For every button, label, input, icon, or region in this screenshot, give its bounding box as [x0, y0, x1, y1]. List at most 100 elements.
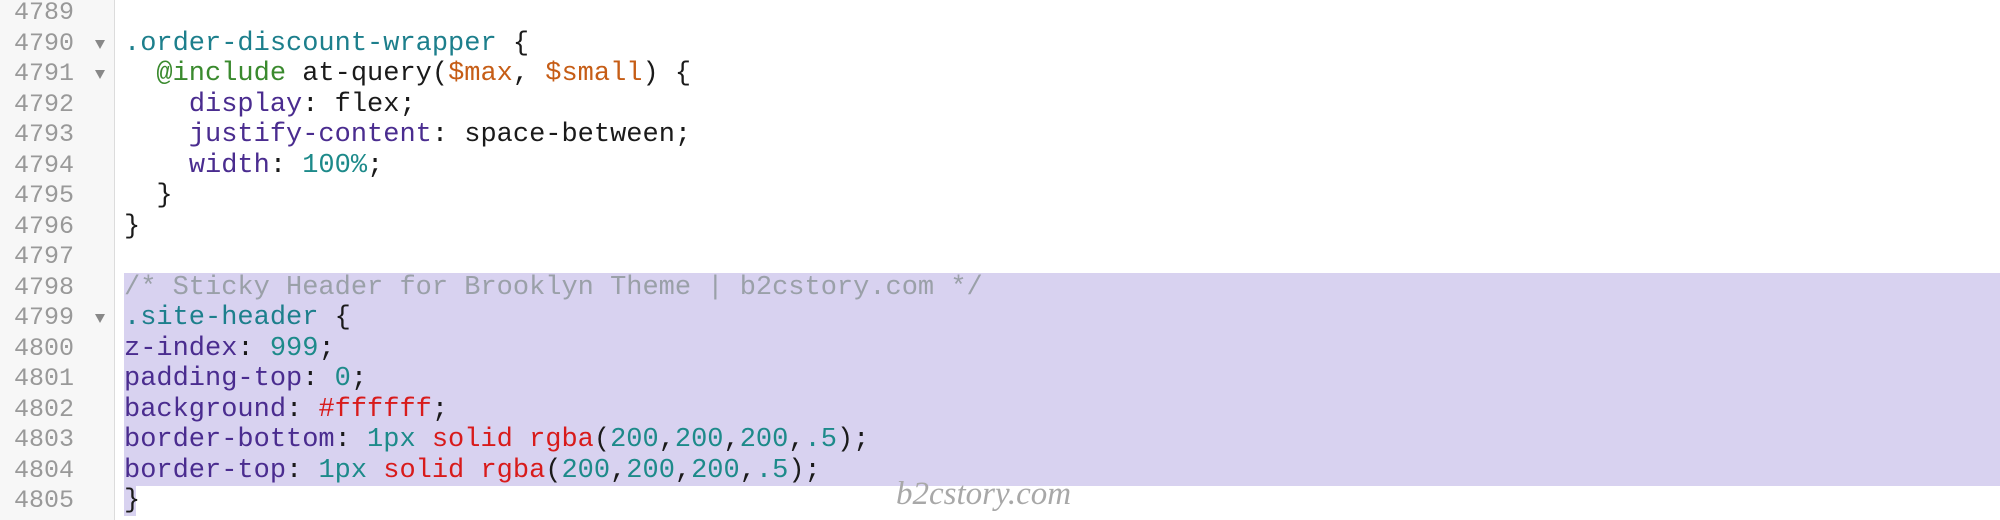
code-token: : flex; — [302, 89, 416, 120]
code-token: 200 — [561, 455, 611, 486]
code-line[interactable]: .site-header { — [124, 303, 351, 333]
code-token: ); — [836, 425, 870, 455]
code-token: } — [124, 181, 173, 211]
code-token: ( — [593, 425, 611, 455]
code-token: : — [269, 150, 303, 181]
code-token: , — [512, 59, 546, 89]
line-number: 4798 — [14, 272, 75, 302]
code-token: border-top — [124, 455, 287, 486]
code-token: .site-header — [124, 303, 319, 333]
code-token: 0 — [334, 364, 351, 394]
code-token: : — [286, 394, 319, 425]
code-token: } — [124, 211, 141, 242]
code-token: ; — [431, 394, 449, 425]
code-token: , — [610, 455, 627, 486]
line-number: 4800 — [14, 333, 75, 363]
code-token: $small — [545, 59, 643, 89]
code-token: padding-top — [124, 364, 303, 394]
line-number: 4802 — [14, 394, 75, 424]
code-token: rgba — [529, 425, 594, 455]
code-token: ; — [318, 333, 335, 364]
code-token: 200 — [626, 455, 675, 486]
code-token: at-query( — [286, 59, 449, 89]
code-token: ; — [367, 150, 384, 181]
code-token: .5 — [804, 425, 837, 455]
line-number: 4799 — [14, 303, 75, 332]
code-token: display — [188, 89, 303, 120]
code-token: 999 — [269, 333, 319, 364]
code-token: rgba — [480, 455, 546, 486]
code-token: 100% — [302, 150, 368, 181]
code-token: justify-content — [188, 120, 432, 150]
code-token: : — [302, 364, 335, 394]
code-line[interactable]: width: 100%; — [124, 151, 383, 181]
fold-toggle-icon[interactable] — [95, 314, 105, 323]
code-line[interactable]: @include at-query($max, $small) { — [124, 59, 691, 89]
code-line[interactable]: /* Sticky Header for Brooklyn Theme | b2… — [124, 273, 983, 303]
code-token: { — [318, 303, 351, 333]
line-number: 4792 — [14, 89, 75, 119]
code-token: z-index — [124, 333, 238, 364]
code-token: ); — [788, 455, 821, 486]
code-token: 200 — [610, 425, 659, 455]
line-number: 4805 — [14, 486, 75, 515]
code-editor[interactable]: 4789 4790 4791 4792 4793 4794 4795 4796 4797 4798… — [0, 0, 2000, 520]
code-token: .5 — [755, 455, 789, 486]
code-line[interactable]: } — [124, 486, 140, 516]
code-line[interactable]: z-index: 999; — [124, 334, 335, 364]
line-number: 4789 — [14, 0, 75, 27]
selection-band — [124, 303, 2000, 334]
fold-toggle-icon[interactable] — [95, 70, 105, 79]
code-line[interactable]: padding-top: 0; — [124, 364, 367, 394]
code-token: #ffffff — [318, 394, 432, 425]
line-number: 4795 — [14, 181, 75, 210]
selection-band — [124, 364, 2000, 395]
code-token: solid — [431, 425, 513, 455]
code-token: , — [788, 425, 805, 455]
code-line[interactable]: display: flex; — [124, 90, 416, 120]
code-line[interactable]: } — [124, 181, 173, 211]
fold-toggle-icon[interactable] — [95, 39, 105, 49]
code-token: @include — [156, 59, 287, 89]
code-token: : — [237, 333, 270, 364]
code-token: } — [124, 486, 141, 516]
code-token: , — [723, 425, 740, 455]
code-token: , — [658, 425, 675, 455]
code-line[interactable]: border-top: 1px solid rgba(200,200,200,.… — [124, 456, 821, 486]
line-number: 4793 — [14, 120, 75, 149]
code-token: : — [334, 425, 368, 455]
line-number: 4791 — [14, 59, 75, 88]
watermark-text: b2cstory.com — [896, 476, 1072, 512]
code-token: width — [188, 150, 270, 181]
code-token: border-bottom — [124, 425, 335, 455]
selection-band — [124, 333, 2000, 364]
line-number: 4796 — [14, 211, 75, 241]
code-token: ) { — [642, 59, 692, 89]
code-line[interactable]: border-bottom: 1px solid rgba(200,200,20… — [124, 425, 869, 455]
line-number: 4803 — [14, 425, 75, 454]
line-number: 4794 — [14, 150, 75, 180]
code-line[interactable]: background: #ffffff; — [124, 395, 448, 425]
code-token: solid — [383, 455, 465, 486]
code-token: background — [124, 394, 287, 425]
code-line[interactable]: .order-discount-wrapper { — [124, 29, 529, 59]
line-number-gutter: 4789 4790 4791 4792 4793 4794 4795 4796 4797 4798… — [0, 0, 115, 520]
code-token: , — [674, 455, 692, 486]
code-token: $max — [448, 59, 513, 89]
code-token: { — [496, 28, 530, 59]
code-token: ( — [545, 455, 562, 486]
code-token: , — [739, 455, 756, 486]
line-number: 4790 — [14, 28, 75, 58]
line-number: 4804 — [14, 455, 75, 485]
code-line[interactable]: } — [124, 212, 140, 242]
code-token: 200 — [691, 455, 740, 486]
code-line[interactable]: justify-content: space-between; — [124, 120, 691, 150]
